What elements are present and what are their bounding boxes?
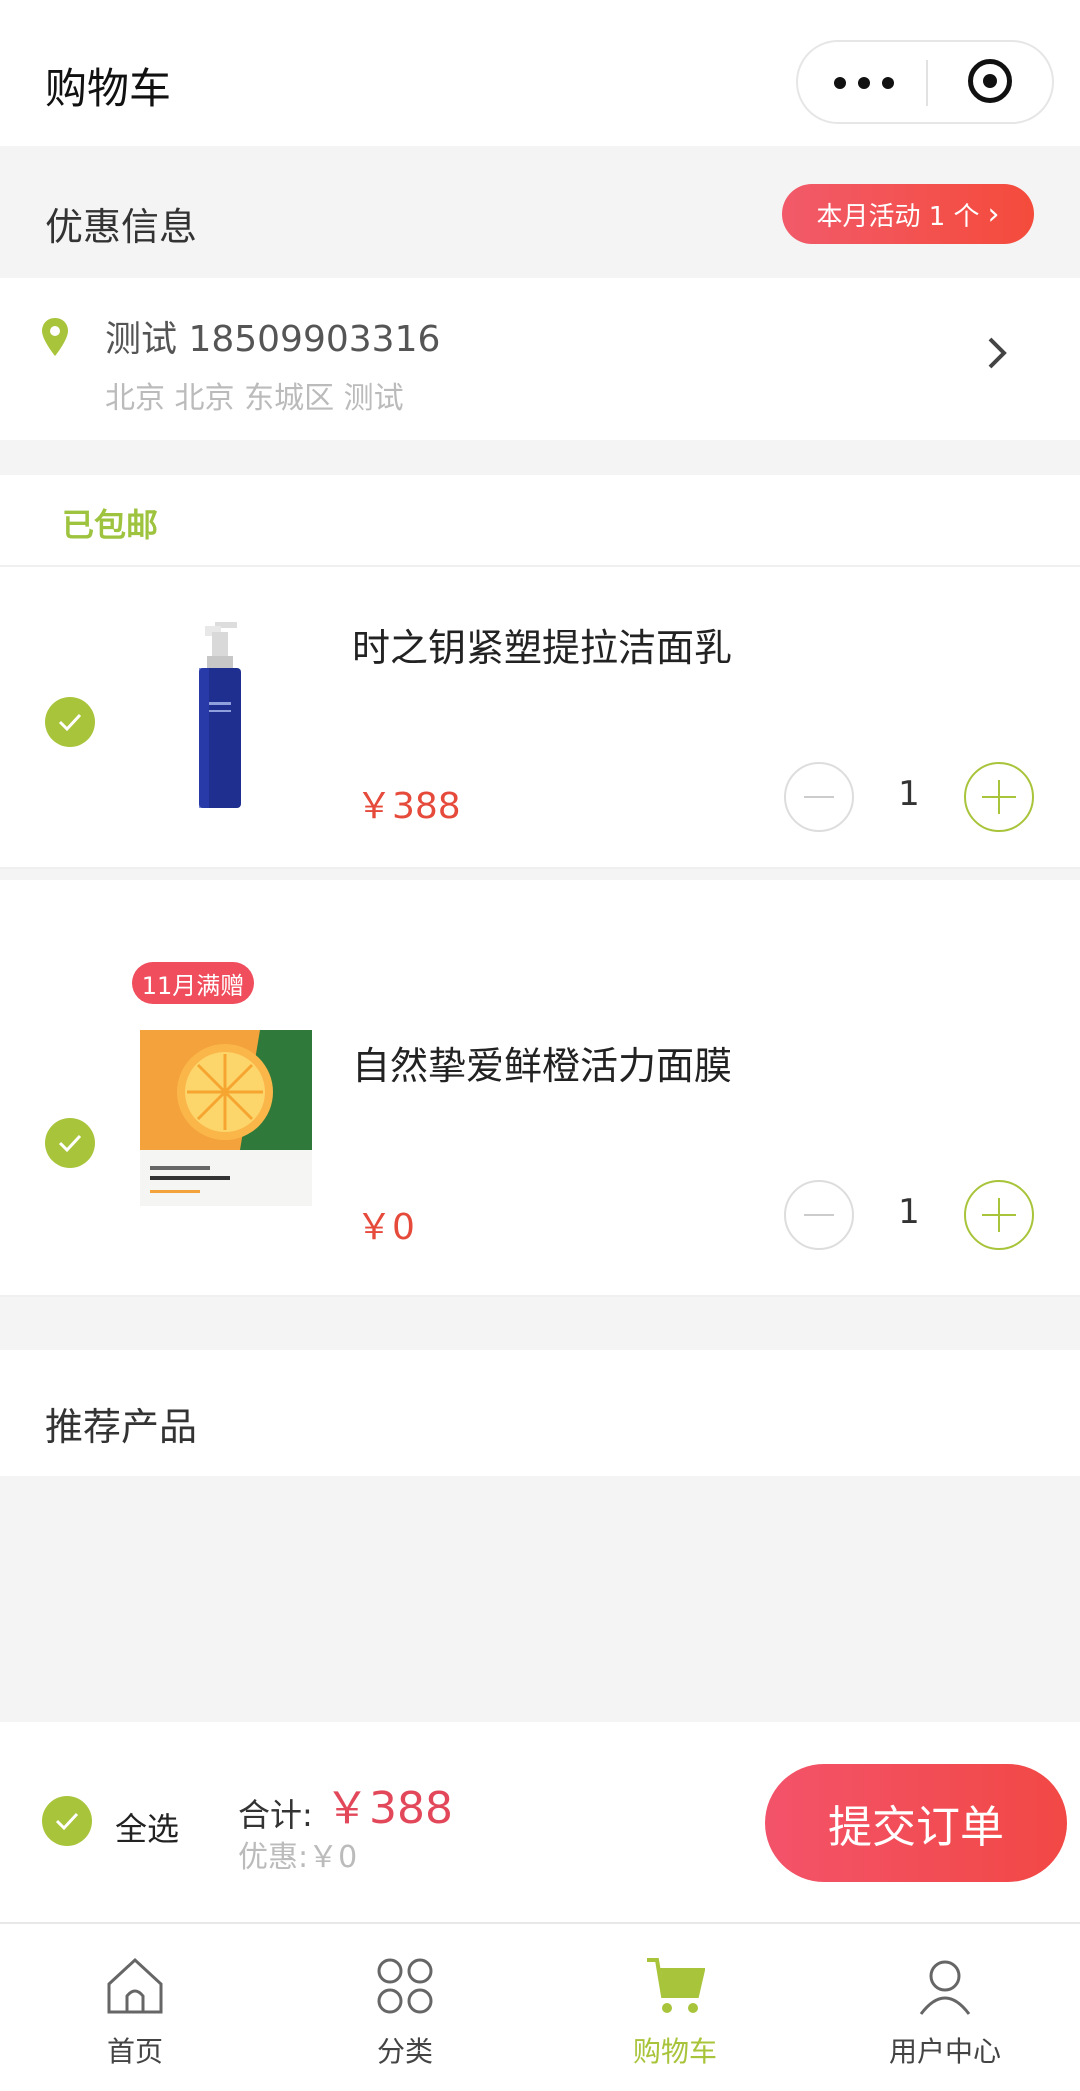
- cart-item: 11月满赠 自然挚爱鲜橙活力面膜 ￥0 1: [0, 880, 1080, 1297]
- product-name: 时之钥紧塑提拉洁面乳: [352, 626, 733, 670]
- tab-label: 用户中心: [888, 2035, 1001, 2068]
- close-miniprogram-icon[interactable]: [968, 59, 1012, 103]
- quantity-value: 1: [898, 1192, 920, 1232]
- select-all-label[interactable]: 全选: [115, 1804, 179, 1850]
- increase-quantity-button[interactable]: [964, 762, 1034, 832]
- plus-icon: [982, 780, 1016, 814]
- decrease-quantity-button[interactable]: [784, 1180, 854, 1250]
- free-shipping-label: 已包邮: [62, 506, 159, 544]
- location-pin-icon: [42, 318, 68, 356]
- tab-user-center[interactable]: 用户中心: [810, 1924, 1080, 2091]
- chevron-right-icon: ›: [987, 196, 1000, 232]
- capsule-divider: [926, 60, 928, 106]
- submit-order-button[interactable]: 提交订单: [765, 1764, 1067, 1882]
- check-icon: [58, 1134, 82, 1153]
- check-icon: [58, 713, 82, 732]
- product-price: ￥0: [356, 1207, 415, 1248]
- home-icon: [107, 1957, 163, 2014]
- chevron-right-icon: [988, 337, 1007, 369]
- more-icon[interactable]: [834, 72, 894, 94]
- minus-icon: [804, 796, 834, 798]
- total-label: 合计:: [238, 1796, 313, 1834]
- tab-category[interactable]: 分类: [270, 1924, 540, 2091]
- user-icon: [919, 1960, 971, 2015]
- mini-program-capsule: [796, 40, 1054, 124]
- increase-quantity-button[interactable]: [964, 1180, 1034, 1250]
- product-image-cleanser: [199, 622, 241, 808]
- plus-icon: [982, 1198, 1016, 1232]
- promo-row: 优惠信息 本月活动 1 个 ›: [0, 146, 1080, 278]
- tab-label: 首页: [106, 2035, 163, 2068]
- tab-label: 分类: [376, 2035, 433, 2068]
- product-name: 自然挚爱鲜橙活力面膜: [352, 1044, 733, 1088]
- address-detail: 北京 北京 东城区 测试: [105, 381, 404, 416]
- tab-label: 购物车: [632, 2035, 717, 2068]
- select-all-checkbox[interactable]: [42, 1796, 92, 1846]
- shipping-header: 已包邮: [0, 475, 1080, 567]
- address-card[interactable]: 测试 18509903316 北京 北京 东城区 测试: [0, 278, 1080, 440]
- cart-item: 时之钥紧塑提拉洁面乳 ￥388 1: [0, 567, 1080, 869]
- discount-amount: 优惠:￥0: [238, 1840, 358, 1875]
- header: 购物车: [0, 0, 1080, 146]
- check-icon: [55, 1812, 79, 1831]
- recommend-title: 推荐产品: [45, 1405, 198, 1449]
- activity-label: 本月活动 1 个: [816, 201, 980, 232]
- recommend-section-header: 推荐产品: [0, 1350, 1080, 1476]
- minus-icon: [804, 1214, 834, 1216]
- item-checkbox[interactable]: [45, 1118, 95, 1168]
- total-amount: ￥388: [325, 1783, 453, 1834]
- page-title: 购物车: [45, 64, 172, 113]
- tab-home[interactable]: 首页: [0, 1924, 270, 2091]
- promotion-badge: 11月满赠: [132, 962, 254, 1004]
- category-icon: [377, 1958, 433, 2014]
- tab-cart[interactable]: 购物车: [540, 1924, 810, 2091]
- bottom-tab-bar: 首页 分类 购物车 用户中心: [0, 1924, 1080, 2091]
- quantity-value: 1: [898, 774, 920, 814]
- recipient-name-phone: 测试 18509903316: [105, 319, 441, 360]
- monthly-activity-button[interactable]: 本月活动 1 个 ›: [782, 184, 1034, 244]
- promo-label: 优惠信息: [45, 205, 198, 249]
- item-checkbox[interactable]: [45, 697, 95, 747]
- checkout-bar: 全选 合计: ￥388 优惠:￥0 提交订单: [0, 1722, 1080, 1924]
- cart-icon: [647, 1958, 705, 2013]
- product-image-face-mask: [140, 1030, 312, 1206]
- product-price: ￥388: [356, 786, 461, 827]
- decrease-quantity-button[interactable]: [784, 762, 854, 832]
